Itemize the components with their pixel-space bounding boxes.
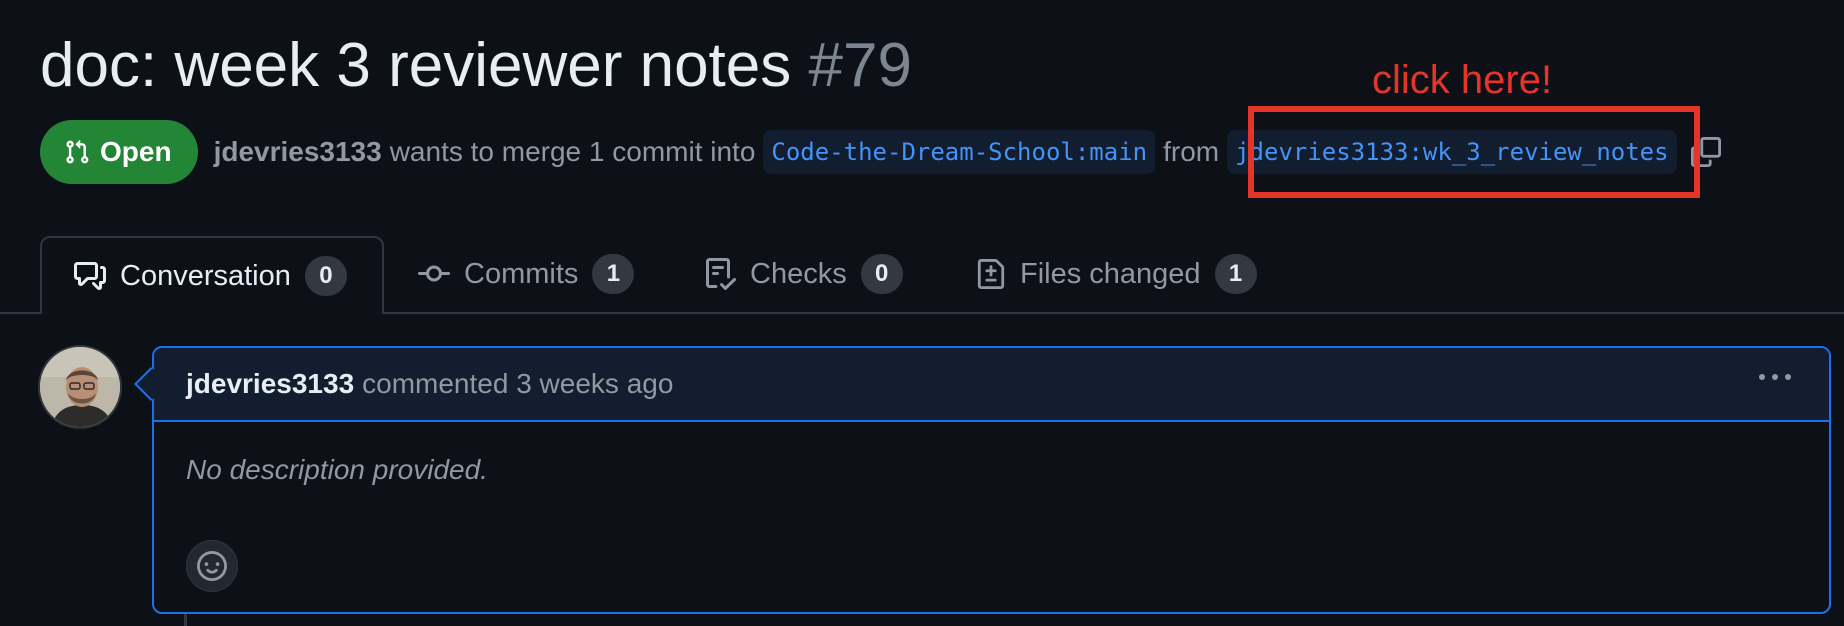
author-link[interactable]: jdevries3133 bbox=[214, 136, 382, 168]
tab-files-changed-count: 1 bbox=[1214, 254, 1257, 294]
pr-number: #79 bbox=[808, 31, 912, 100]
status-label: Open bbox=[100, 136, 172, 167]
tab-conversation-count: 0 bbox=[304, 256, 347, 296]
page-title: doc: week 3 reviewer notes #79 bbox=[40, 28, 912, 104]
file-diff-icon bbox=[977, 259, 1005, 289]
comment-author-link[interactable]: jdevries3133 bbox=[186, 368, 354, 400]
comment-box: jdevries3133 commented 3 weeks ago No de… bbox=[152, 346, 1831, 614]
comment-body: No description provided. bbox=[186, 454, 488, 485]
pull-request-page: doc: week 3 reviewer notes #79 Open jdev… bbox=[0, 0, 1844, 626]
tab-files-changed[interactable]: Files changed 1 bbox=[976, 236, 1257, 312]
tab-checks[interactable]: Checks 0 bbox=[704, 236, 903, 312]
checklist-icon bbox=[706, 258, 736, 290]
avatar-photo bbox=[40, 347, 120, 427]
tab-checks-label: Checks bbox=[750, 257, 847, 290]
status-badge: Open bbox=[40, 120, 198, 184]
kebab-dot-icon bbox=[1759, 374, 1765, 380]
smiley-icon bbox=[197, 551, 227, 581]
add-reaction-button[interactable] bbox=[186, 540, 238, 592]
tab-commits-count: 1 bbox=[592, 254, 635, 294]
kebab-dot-icon bbox=[1785, 374, 1791, 380]
comment-header: jdevries3133 commented 3 weeks ago bbox=[154, 348, 1829, 422]
annotation-label: click here! bbox=[1372, 58, 1553, 102]
git-commit-icon bbox=[418, 265, 450, 282]
pr-title: doc: week 3 reviewer notes bbox=[40, 31, 792, 100]
tab-commits-label: Commits bbox=[464, 257, 579, 290]
base-branch-link[interactable]: Code-the-Dream-School:main bbox=[763, 130, 1156, 174]
comment-discussion-icon bbox=[74, 262, 106, 290]
tab-checks-count: 0 bbox=[860, 254, 903, 294]
merge-text: wants to merge 1 commit into bbox=[389, 136, 756, 167]
avatar[interactable] bbox=[38, 345, 122, 429]
kebab-dot-icon bbox=[1772, 374, 1778, 380]
git-pull-request-icon bbox=[66, 139, 89, 164]
comment-timestamp: commented 3 weeks ago bbox=[362, 368, 674, 399]
tab-files-changed-label: Files changed bbox=[1020, 257, 1201, 290]
tab-conversation-label: Conversation bbox=[120, 259, 291, 292]
from-text: from bbox=[1163, 136, 1220, 167]
tab-conversation[interactable]: Conversation 0 bbox=[40, 236, 384, 314]
comment-options-button[interactable] bbox=[1759, 374, 1791, 380]
tab-commits[interactable]: Commits 1 bbox=[418, 236, 635, 312]
annotation-highlight-box bbox=[1248, 106, 1700, 198]
